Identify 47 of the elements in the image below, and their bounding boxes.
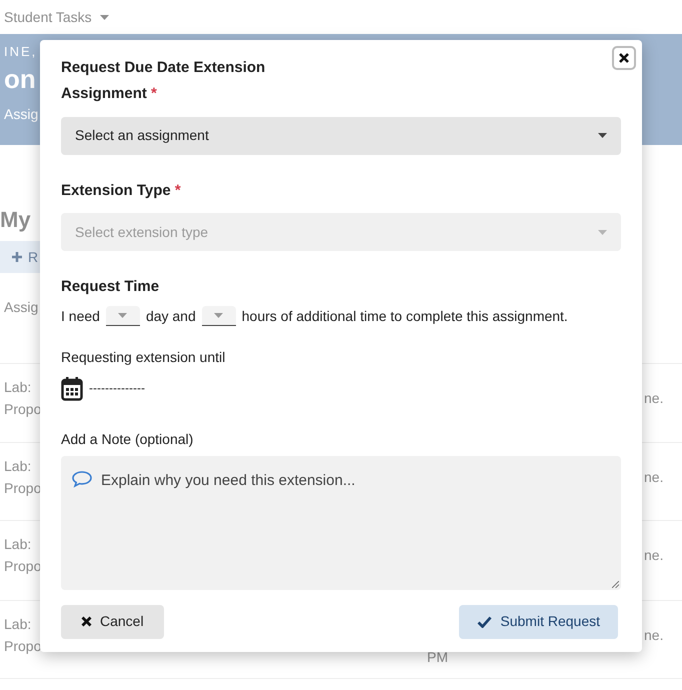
calendar-icon xyxy=(61,376,83,400)
header-kicker: INE, xyxy=(4,43,38,61)
close-button[interactable] xyxy=(612,46,636,70)
table-cell-text: Propo xyxy=(4,400,42,419)
field-label: Requesting extension until xyxy=(61,348,226,367)
cancel-button[interactable]: Cancel xyxy=(61,604,164,638)
table-cell-text: ne. xyxy=(644,389,664,408)
resize-handle-icon[interactable] xyxy=(612,580,619,588)
table-cell-text: PM xyxy=(427,648,448,667)
number-dropdown[interactable] xyxy=(202,306,236,326)
select-field[interactable]: Select an assignment xyxy=(61,116,621,154)
table-cell-text: Lab: xyxy=(4,615,32,634)
date-value: -------------- xyxy=(89,382,145,394)
sentence-text: hours of additional time to complete this assignment. xyxy=(242,306,568,326)
table-cell-text: Lab: xyxy=(4,378,32,397)
caret-icon xyxy=(214,313,224,318)
field-label: Extension Type * xyxy=(61,180,182,200)
field-label: Add a Note (optional) xyxy=(61,430,194,449)
close-icon xyxy=(619,53,629,63)
modal-title: Request Due Date Extension xyxy=(61,58,266,78)
header-title: on xyxy=(4,62,36,96)
close-icon xyxy=(81,616,92,627)
check-icon xyxy=(477,616,492,628)
note-placeholder: Explain why you need this extension... xyxy=(101,470,356,490)
table-cell-text: Propo xyxy=(4,557,42,576)
table-header: Assig xyxy=(3,298,40,317)
speech-bubble-icon xyxy=(71,470,93,488)
table-cell-text: Propo xyxy=(4,479,42,498)
plus-icon xyxy=(12,252,22,262)
field-label: Assignment * xyxy=(61,84,158,104)
caret-icon xyxy=(598,133,607,138)
field-label: Request Time xyxy=(61,277,160,297)
caret-icon xyxy=(598,230,607,234)
note-field[interactable]: Explain why you need this extension... xyxy=(61,456,621,590)
table-cell-text: ne. xyxy=(644,468,664,487)
number-dropdown[interactable] xyxy=(106,306,140,326)
table-cell-text: ne. xyxy=(644,626,664,645)
table-cell-text: Lab: xyxy=(4,535,32,554)
page-heading: My xyxy=(0,207,31,233)
caret-icon xyxy=(118,313,128,318)
table-cell-text: ne. xyxy=(644,546,664,565)
sentence-text: I need xyxy=(61,306,100,326)
table-cell-text: Lab: xyxy=(4,457,32,476)
table-cell-text: Propo xyxy=(4,637,42,656)
caret-icon xyxy=(100,14,109,20)
submit-button[interactable]: Submit Request xyxy=(459,604,618,638)
sentence-text: day and xyxy=(146,306,196,326)
